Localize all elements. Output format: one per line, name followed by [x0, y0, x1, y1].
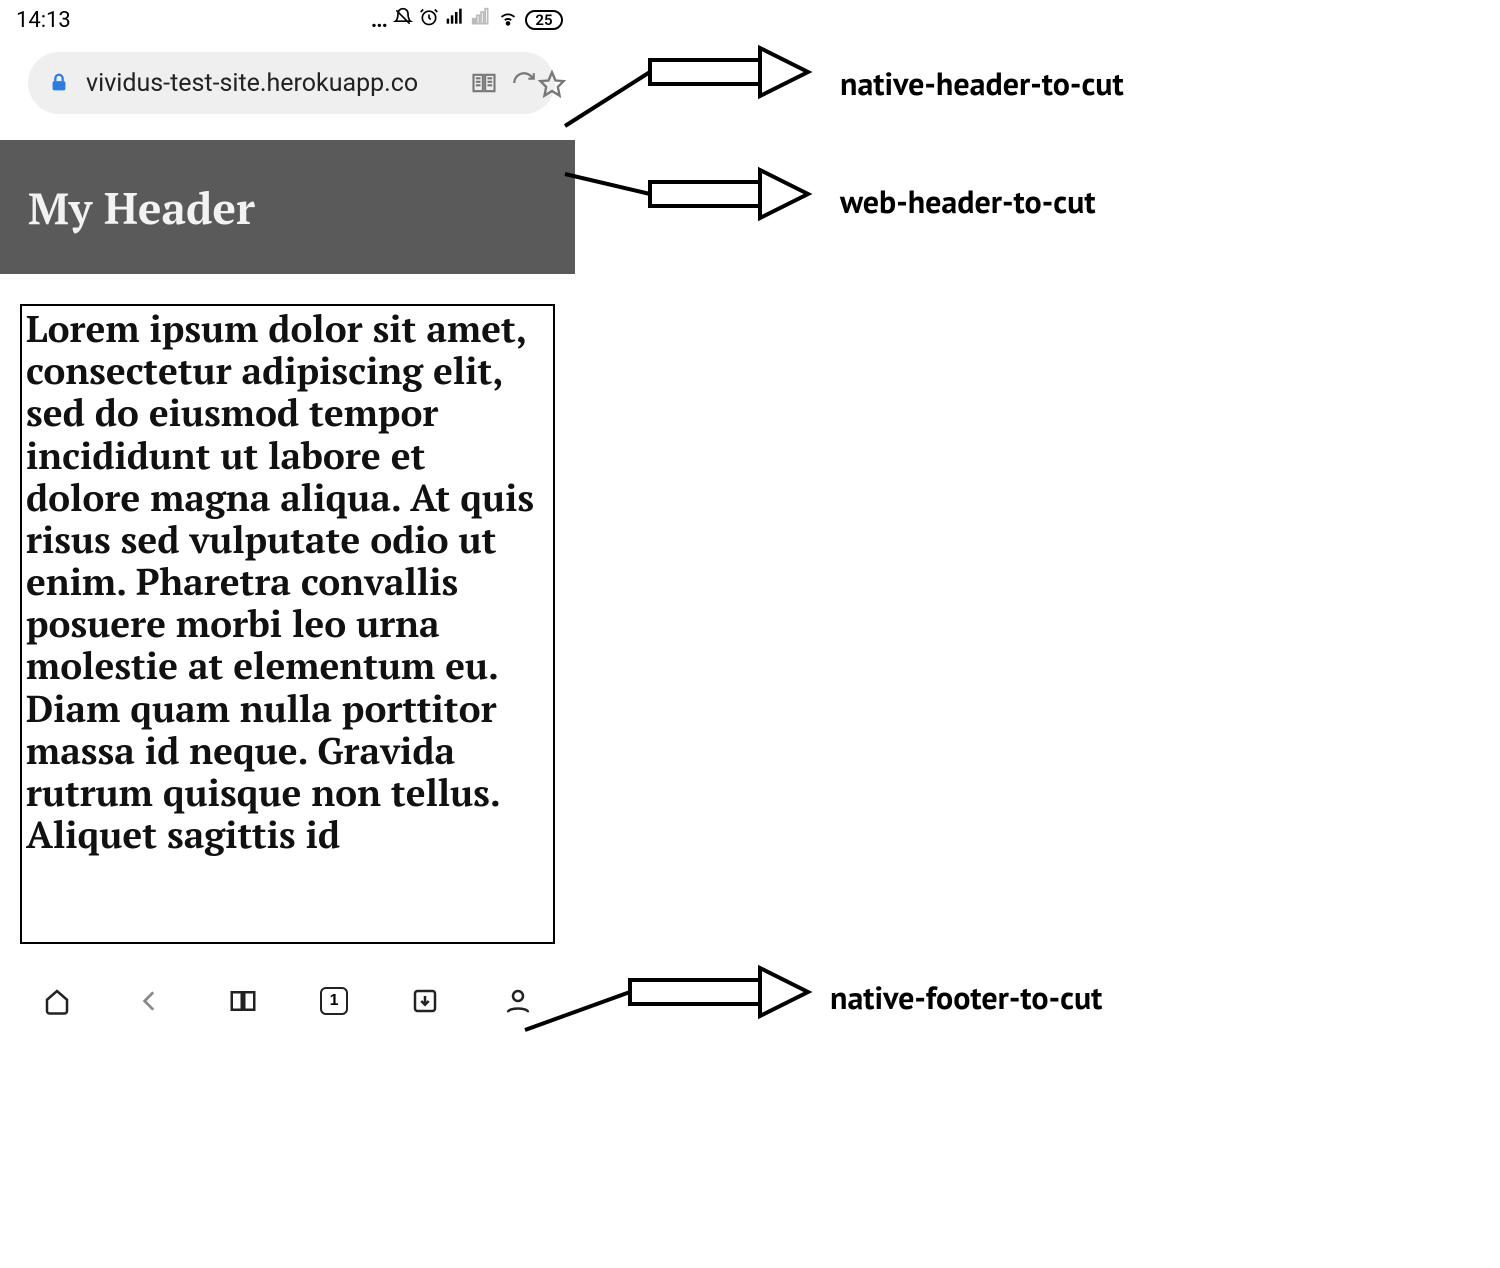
signal-strong-icon [445, 7, 465, 33]
home-icon[interactable] [41, 985, 73, 1017]
back-icon[interactable] [134, 985, 166, 1017]
content-paragraph-box: Lorem ipsum dolor sit amet, consectetur … [20, 304, 555, 944]
browser-bottom-nav: 1 [0, 966, 575, 1036]
status-icons: ... [371, 6, 563, 34]
reader-mode-icon[interactable] [471, 70, 497, 96]
label-native-header: native-header-to-cut [840, 62, 1124, 104]
web-page-header: My Header [0, 140, 575, 274]
arrow-native-footer [520, 950, 810, 1040]
web-header-title: My Header [28, 178, 255, 237]
alarm-icon [419, 7, 439, 33]
arrow-web-header [560, 160, 810, 240]
reload-icon[interactable] [511, 70, 537, 96]
lock-icon [46, 70, 72, 96]
wifi-icon [497, 6, 519, 34]
address-url: vividus-test-site.herokuapp.co [86, 69, 457, 98]
download-icon[interactable] [409, 985, 441, 1017]
browser-address-bar[interactable]: vividus-test-site.herokuapp.co [28, 52, 555, 114]
tabs-count[interactable]: 1 [320, 987, 348, 1015]
battery-pill: 25 [525, 10, 563, 30]
label-web-header: web-header-to-cut [840, 180, 1096, 222]
more-dots-icon: ... [371, 8, 387, 33]
book-icon[interactable] [227, 985, 259, 1017]
mobile-screenshot: 14:13 ... [0, 0, 575, 1050]
dnd-icon [393, 7, 413, 33]
content-paragraph: Lorem ipsum dolor sit amet, consectetur … [26, 304, 534, 859]
arrow-native-header [560, 48, 810, 138]
label-native-footer: native-footer-to-cut [830, 976, 1102, 1018]
status-time: 14:13 [16, 8, 71, 33]
status-bar: 14:13 ... [0, 0, 575, 38]
signal-weak-icon [471, 7, 491, 33]
